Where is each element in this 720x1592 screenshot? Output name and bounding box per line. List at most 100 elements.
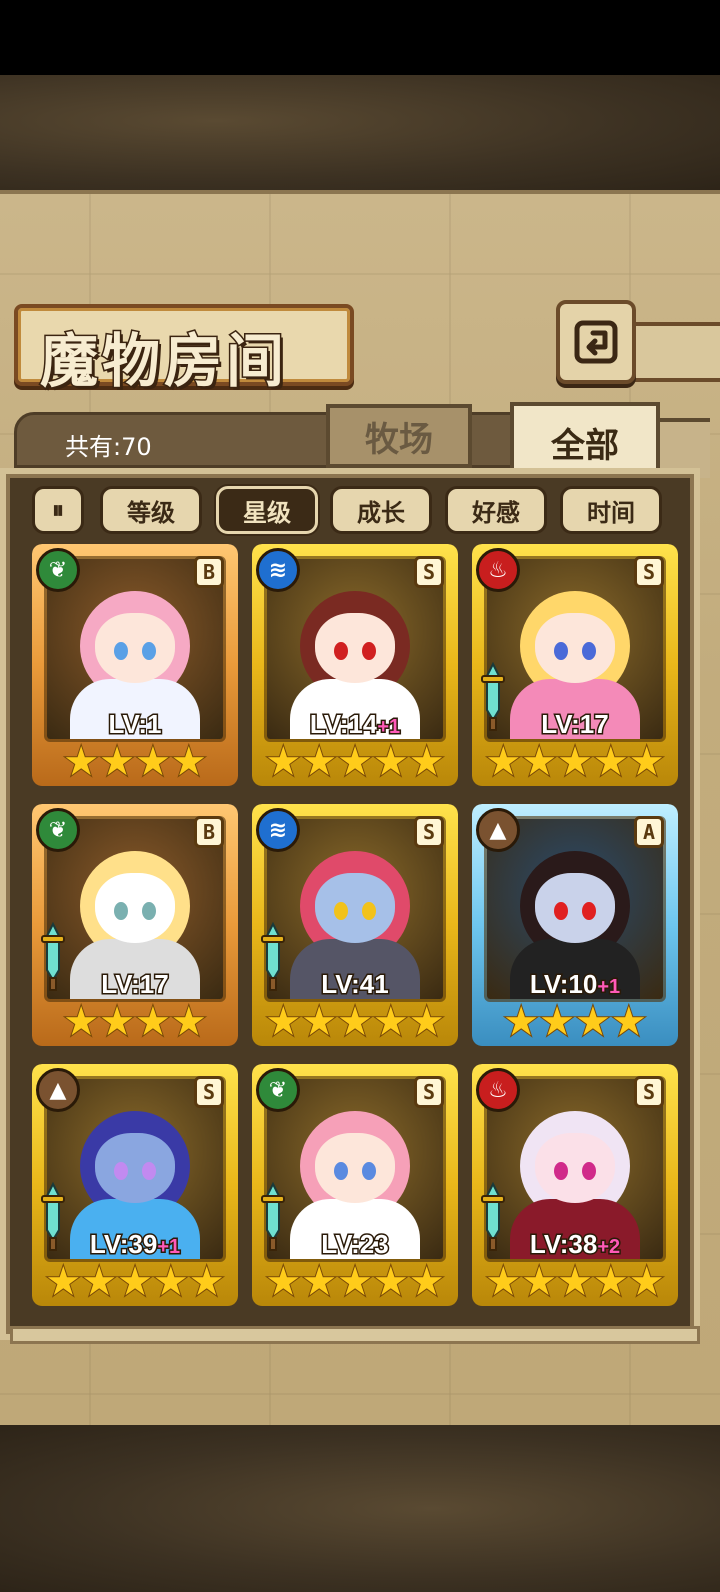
rank-badge: S [414,556,444,588]
character-left-eye [553,901,568,920]
star-icon: ★ [372,739,410,785]
star-icon: ★ [264,739,302,785]
star-icon: ★ [264,999,302,1045]
character-left-eye [113,1161,128,1180]
level-value: LV:23 [320,1228,390,1261]
monster-card[interactable]: ❦ B LV:1 ★ ★ ★ ★ [32,544,238,786]
star-icon: ★ [98,739,136,785]
level-bonus: +1 [376,715,402,740]
level-value: LV:14 [308,708,378,741]
monster-level: LV:17 [472,708,678,741]
star-icon: ★ [556,1259,594,1305]
star-icon: ★ [152,1259,190,1305]
star-icon: ★ [592,1259,630,1305]
character-right-eye [142,1161,157,1180]
star-icon: ★ [372,1259,410,1305]
star-icon: ★ [628,739,666,785]
star-icon: ★ [134,739,172,785]
panel-footer [10,1326,700,1344]
star-rating: ★ ★ ★ ★ ★ [32,1259,238,1305]
character-left-eye [333,641,348,660]
level-value: LV:1 [107,708,163,741]
tab-all[interactable]: 全部 [510,402,660,478]
star-icon: ★ [592,739,630,785]
wave-icon: ≋ [256,548,300,592]
character-face [535,873,615,943]
monster-card[interactable]: ▲ S LV:39+1 ★ ★ ★ ★ ★ [32,1064,238,1306]
monster-card[interactable]: ❦ B LV:17 ★ ★ ★ ★ [32,804,238,1046]
character-face [315,1133,395,1203]
back-button[interactable] [556,300,636,384]
filter-level[interactable]: 等级 [100,486,202,534]
sort-order-toggle[interactable]: ⏸ [32,486,84,534]
background-bottom [0,1425,720,1592]
star-icon: ★ [264,1259,302,1305]
monster-card[interactable]: ≋ S LV:41 ★ ★ ★ ★ ★ [252,804,458,1046]
character-face [95,1133,175,1203]
sort-order-icon: ⏸ [52,496,64,524]
star-icon: ★ [62,999,100,1045]
monster-card[interactable]: ♨ S LV:38+2 ★ ★ ★ ★ ★ [472,1064,678,1306]
character-face [315,873,395,943]
tab-ranch[interactable]: 牧场 [326,404,472,468]
star-icon: ★ [170,739,208,785]
character-right-eye [362,641,377,660]
monster-card[interactable]: ♨ S LV:17 ★ ★ ★ ★ ★ [472,544,678,786]
star-icon: ★ [372,999,410,1045]
star-icon: ★ [520,739,558,785]
character-right-eye [582,901,597,920]
star-rating: ★ ★ ★ ★ [32,999,238,1045]
filter-growth[interactable]: 成长 [330,486,432,534]
monster-card[interactable]: ❦ S LV:23 ★ ★ ★ ★ ★ [252,1064,458,1306]
star-icon: ★ [408,999,446,1045]
character-face [535,613,615,683]
monster-level: LV:10+1 [472,968,678,1001]
star-icon: ★ [336,739,374,785]
character-right-eye [582,641,597,660]
back-arrow-icon [574,320,618,364]
rank-badge: S [414,1076,444,1108]
character-left-eye [553,641,568,660]
rank-badge: S [634,556,664,588]
character-right-eye [362,901,377,920]
star-icon: ★ [408,1259,446,1305]
filter-affection[interactable]: 好感 [445,486,547,534]
rank-badge: A [634,816,664,848]
star-icon: ★ [336,1259,374,1305]
character-right-eye [142,641,157,660]
character-left-eye [113,641,128,660]
monster-card[interactable]: ≋ S LV:14+1 ★ ★ ★ ★ ★ [252,544,458,786]
monster-level: LV:38+2 [472,1228,678,1261]
level-value: LV:10 [528,968,598,1001]
character-face [95,873,175,943]
star-icon: ★ [574,999,612,1045]
leaf-icon: ❦ [256,1068,300,1112]
star-icon: ★ [610,999,648,1045]
star-icon: ★ [538,999,576,1045]
star-icon: ★ [628,1259,666,1305]
character-face [535,1133,615,1203]
level-value: LV:39 [88,1228,158,1261]
level-value: LV:17 [100,968,170,1001]
wave-icon: ≋ [256,808,300,852]
filter-stars[interactable]: 星级 [216,486,318,534]
leaf-icon: ❦ [36,548,80,592]
monster-card[interactable]: ▲ A LV:10+1 ★ ★ ★ ★ [472,804,678,1046]
filter-time[interactable]: 时间 [560,486,662,534]
monster-level: LV:23 [252,1228,458,1261]
star-icon: ★ [520,1259,558,1305]
star-icon: ★ [502,999,540,1045]
rank-badge: S [634,1076,664,1108]
title-plate: 魔物房间 [14,304,354,397]
level-bonus: +2 [596,1235,622,1260]
star-rating: ★ ★ ★ ★ ★ [472,739,678,785]
star-icon: ★ [300,739,338,785]
rank-badge: S [414,816,444,848]
character-right-eye [142,901,157,920]
mountain-icon: ▲ [476,808,520,852]
character-left-eye [113,901,128,920]
star-icon: ★ [556,739,594,785]
character-face [95,613,175,683]
star-icon: ★ [408,739,446,785]
level-value: LV:17 [540,708,610,741]
